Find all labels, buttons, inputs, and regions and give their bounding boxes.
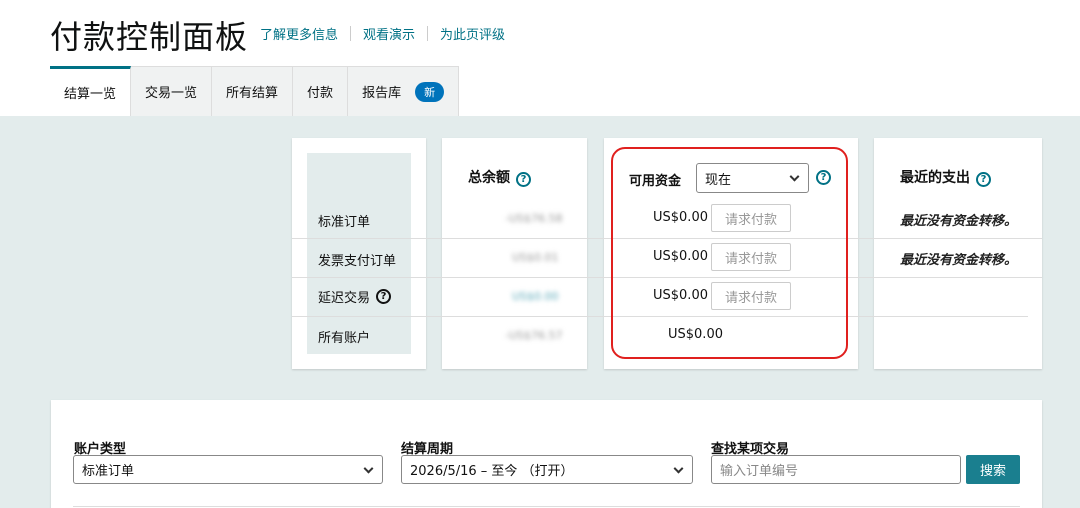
recent-disbursements-heading: 最近的支出 ? (900, 166, 991, 187)
settlement-period-value: 2026/5/16 – 至今 （打开） (410, 464, 574, 479)
help-icon[interactable]: ? (376, 289, 392, 304)
no-transfers-message: 最近没有资金转移。 (900, 253, 1018, 268)
filter-divider (73, 506, 1020, 507)
tab-transaction-overview[interactable]: 交易一览 (131, 66, 213, 116)
heading-text: 总余额 (468, 169, 510, 186)
new-badge: 新 (415, 81, 445, 102)
tab-label: 交易一览 (145, 86, 198, 101)
rate-page-link[interactable]: 为此页评级 (440, 24, 505, 43)
row-label-invoice-orders: 发票支付订单 (318, 254, 397, 269)
divider (427, 26, 429, 41)
learn-more-link[interactable]: 了解更多信息 (260, 24, 338, 43)
row-label-text: 延迟交易 (318, 291, 371, 306)
total-balance-value: -US$76.57 (505, 329, 563, 342)
no-transfers-message: 最近没有资金转移。 (900, 214, 1018, 229)
highlight-annotation (611, 147, 848, 359)
page-title: 付款控制面板 (50, 18, 249, 56)
page-header: 付款控制面板 了解更多信息 观看演示 为此页评级 结算一览 交易一览 所有结算 … (0, 0, 1080, 116)
tab-settlement-overview[interactable]: 结算一览 (50, 66, 132, 116)
tab-payments[interactable]: 付款 (293, 66, 349, 116)
search-button[interactable]: 搜索 (966, 455, 1020, 484)
tab-label: 结算一览 (64, 87, 117, 102)
account-type-select[interactable]: 标准订单 (73, 455, 383, 484)
total-balance-heading: 总余额 ? (468, 166, 531, 187)
watch-demo-link[interactable]: 观看演示 (363, 24, 415, 43)
order-number-input[interactable]: 输入订单编号 (711, 455, 961, 484)
filter-card (51, 400, 1042, 508)
total-balance-value: US$0.01 (512, 251, 559, 264)
heading-text: 最近的支出 (900, 169, 970, 186)
help-icon[interactable]: ? (516, 172, 531, 187)
account-type-value: 标准订单 (82, 464, 135, 479)
tab-all-settlements[interactable]: 所有结算 (212, 66, 294, 116)
header-links: 了解更多信息 观看演示 为此页评级 (260, 24, 505, 43)
help-icon[interactable]: ? (976, 172, 991, 187)
tab-label: 所有结算 (226, 86, 279, 101)
chevron-down-icon (363, 463, 374, 474)
tab-report-library[interactable]: 报告库 新 (348, 66, 460, 116)
chevron-down-icon (673, 463, 684, 474)
tab-bar: 结算一览 交易一览 所有结算 付款 报告库 新 (50, 66, 460, 116)
tab-label: 付款 (307, 86, 334, 101)
settlement-period-select[interactable]: 2026/5/16 – 至今 （打开） (401, 455, 693, 484)
total-balance-value[interactable]: US$0.00 (512, 290, 559, 303)
total-balance-value: -US$76.58 (505, 212, 563, 225)
tab-label: 报告库 (362, 86, 402, 101)
row-label-deferred-transactions: 延迟交易 ? (318, 287, 392, 306)
row-label-all-accounts: 所有账户 (318, 331, 371, 346)
divider (350, 26, 352, 41)
row-label-standard-orders: 标准订单 (318, 215, 371, 230)
